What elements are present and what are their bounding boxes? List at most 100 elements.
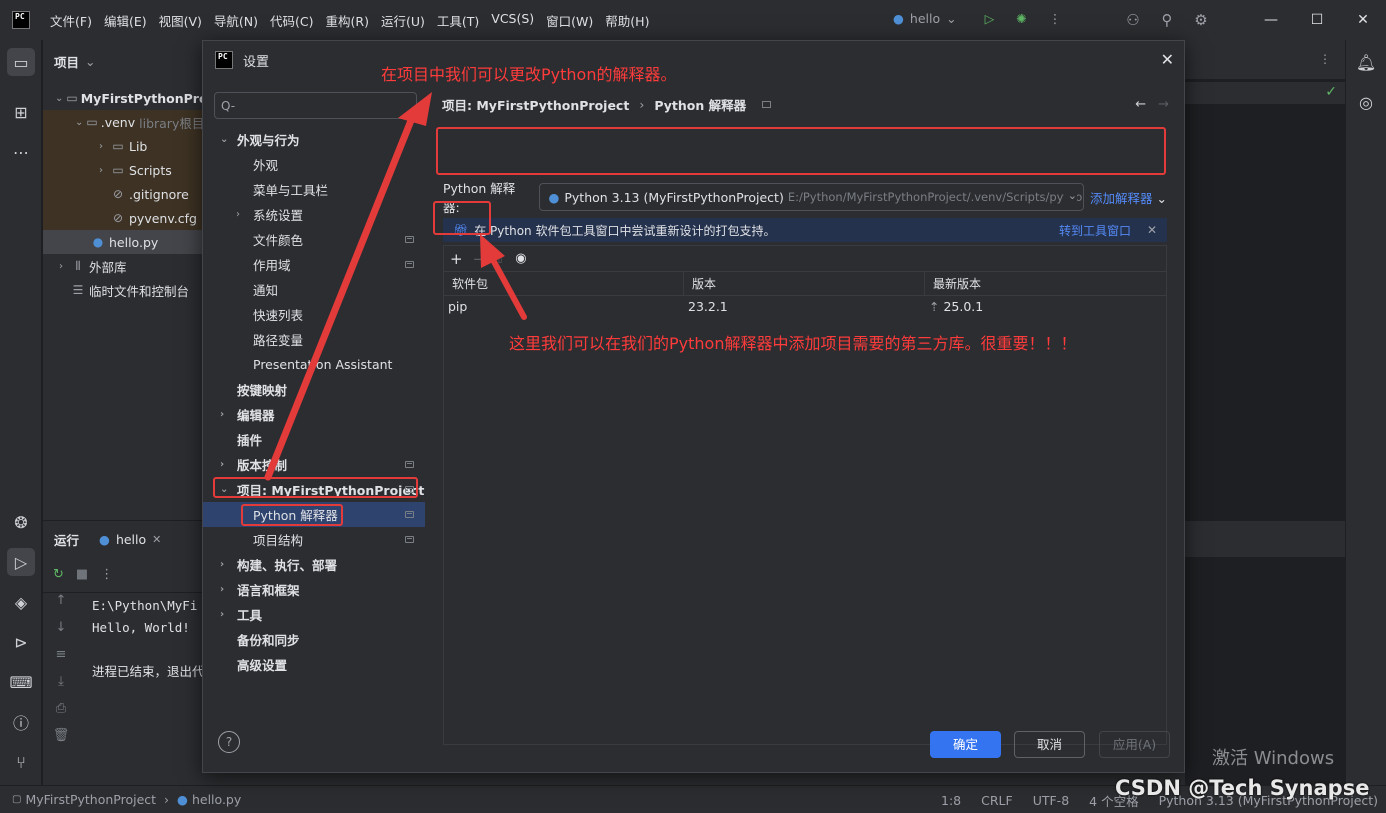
chevron-right-icon[interactable]: › (95, 165, 107, 176)
settings-nav-item[interactable]: 备份和同步 (203, 627, 425, 652)
chevron-right-icon[interactable]: › (55, 261, 67, 272)
layers-icon[interactable]: ◈ (7, 588, 35, 616)
upgrade-package-icon[interactable]: ⇧ (495, 252, 505, 266)
print-icon[interactable]: ⎙ (43, 701, 79, 728)
help-icon[interactable]: ? (218, 731, 240, 753)
tree-item[interactable]: › ⫴ 外部库 (43, 254, 203, 278)
tree-item[interactable]: › ▭ Scripts (43, 158, 203, 182)
folder-icon[interactable]: ▭ (7, 48, 35, 76)
status-breadcrumb-project[interactable]: MyFirstPythonProject (25, 792, 156, 807)
menu-item[interactable]: 重构(R) (326, 11, 369, 30)
terminal-icon[interactable]: ⌨ (7, 668, 35, 696)
menu-item[interactable]: 编辑(E) (104, 11, 147, 30)
tree-item[interactable]: › ▭ Lib (43, 134, 203, 158)
menu-item[interactable]: 窗口(W) (546, 11, 593, 30)
apply-button[interactable]: 应用(A) (1099, 731, 1170, 758)
settings-nav-item[interactable]: 作用域 (203, 252, 425, 277)
settings-nav-item[interactable]: 插件 (203, 427, 425, 452)
settings-nav-item[interactable]: 按键映射 (203, 377, 425, 402)
menu-item[interactable]: 代码(C) (270, 11, 313, 30)
trash-icon[interactable]: 🗑︎ (43, 728, 79, 755)
menu-item[interactable]: 运行(U) (381, 11, 425, 30)
chevron-down-icon[interactable]: ⌄ (220, 134, 228, 145)
settings-nav-item[interactable]: 菜单与工具栏 (203, 177, 425, 202)
menu-item[interactable]: VCS(S) (491, 11, 534, 30)
settings-nav-item[interactable]: 快速列表 (203, 302, 425, 327)
eye-icon[interactable]: ◉ (515, 251, 526, 266)
ok-button[interactable]: 确定 (930, 731, 1001, 758)
menu-item[interactable]: 帮助(H) (605, 11, 649, 30)
chevron-right-icon[interactable]: › (220, 584, 224, 595)
services-icon[interactable]: ⊳ (7, 628, 35, 656)
breadcrumb-project[interactable]: 项目: MyFirstPythonProject (442, 95, 629, 114)
settings-nav-item[interactable]: › 系统设置 (203, 202, 425, 227)
settings-nav-item[interactable]: 外观 (203, 152, 425, 177)
more-icon[interactable]: ⋮ (1049, 11, 1062, 26)
settings-nav-item[interactable]: › 版本控制 (203, 452, 425, 477)
settings-nav-item[interactable]: 高级设置 (203, 652, 425, 677)
settings-nav-item[interactable]: › 语言和框架 (203, 577, 425, 602)
col-package[interactable]: 软件包 (444, 272, 684, 295)
gear-icon[interactable]: ⚙ (1184, 11, 1218, 29)
settings-nav-item[interactable]: › 工具 (203, 602, 425, 627)
col-version[interactable]: 版本 (684, 272, 925, 295)
run-icon[interactable]: ▷ (985, 11, 995, 26)
debug-icon[interactable]: ✺ (1016, 11, 1026, 26)
chevron-down-icon[interactable]: ⌄ (55, 93, 63, 104)
chevron-down-icon[interactable]: ⌄ (75, 117, 83, 128)
settings-nav-item[interactable]: 项目结构 (203, 527, 425, 552)
settings-nav-item[interactable]: 通知 (203, 277, 425, 302)
chevron-right-icon[interactable]: › (220, 609, 224, 620)
tree-item[interactable]: ⊘ .gitignore (43, 182, 203, 206)
project-panel-header[interactable]: 项目 ⌄ (43, 40, 203, 82)
stop-icon[interactable]: ■ (76, 567, 88, 582)
scroll-to-end-icon[interactable]: ⤓ (43, 674, 79, 701)
rerun-icon[interactable]: ↻ (53, 567, 64, 582)
search-icon[interactable]: ⚲ (1150, 11, 1184, 29)
settings-nav-item[interactable]: 文件颜色 (203, 227, 425, 252)
remove-package-icon[interactable]: − (473, 250, 486, 268)
settings-nav-item[interactable]: › 编辑器 (203, 402, 425, 427)
tree-item[interactable]: ⌄ ▭ .venv library根目 (43, 110, 203, 134)
tree-item[interactable]: ⊘ pyvenv.cfg (43, 206, 203, 230)
close-icon[interactable]: ✕ (152, 533, 161, 546)
chevron-right-icon[interactable]: › (220, 459, 224, 470)
minimize-button[interactable]: — (1248, 12, 1294, 28)
menu-item[interactable]: 文件(F) (50, 11, 92, 30)
tree-item[interactable]: ● hello.py (43, 230, 203, 254)
tree-item[interactable]: ☰ 临时文件和控制台 (43, 278, 203, 302)
more-icon[interactable]: ⋮ (1319, 52, 1331, 66)
status-breadcrumb-file[interactable]: hello.py (192, 792, 241, 807)
settings-nav-item[interactable]: ⌄ 外观与行为 (203, 127, 425, 152)
menu-item[interactable]: 视图(V) (159, 11, 202, 30)
up-arrow-icon[interactable]: ↑ (43, 593, 79, 620)
close-window-button[interactable]: ✕ (1340, 12, 1386, 28)
more-tools-icon[interactable]: ⋯ (7, 138, 35, 166)
tree-item[interactable]: ⌄▭MyFirstPythonProject (43, 86, 203, 110)
file-encoding[interactable]: UTF-8 (1033, 793, 1069, 808)
run-tab-hello[interactable]: ● hello ✕ (99, 532, 161, 547)
settings-nav-item[interactable]: 路径变量 (203, 327, 425, 352)
ai-assistant-icon[interactable]: ◎ (1352, 88, 1380, 116)
more-icon[interactable]: ⋮ (100, 567, 113, 582)
soft-wrap-icon[interactable]: ≡ (43, 647, 79, 674)
settings-search-input[interactable]: Q- (214, 92, 417, 119)
col-latest[interactable]: 最新版本 (925, 272, 1166, 295)
close-icon[interactable]: ✕ (1147, 223, 1157, 237)
bell-icon[interactable]: 🔔︎ (1352, 48, 1380, 76)
problems-icon[interactable]: ⓘ (7, 708, 35, 736)
add-package-icon[interactable]: + (450, 250, 463, 268)
menu-item[interactable]: 工具(T) (437, 11, 479, 30)
chevron-right-icon[interactable]: › (220, 559, 224, 570)
git-icon[interactable]: ⑂ (7, 748, 35, 776)
back-arrow-icon[interactable]: ← (1135, 97, 1146, 112)
cancel-button[interactable]: 取消 (1014, 731, 1085, 758)
run-config-selector[interactable]: ● hello ⌄ ▷ ✺ ⋮ (893, 11, 1061, 26)
settings-nav-item[interactable]: Presentation Assistant (203, 352, 425, 377)
menu-item[interactable]: 导航(N) (214, 11, 258, 30)
chevron-right-icon[interactable]: › (220, 409, 224, 420)
forward-arrow-icon[interactable]: → (1158, 97, 1169, 112)
chevron-right-icon[interactable]: › (236, 209, 240, 220)
interpreter-select[interactable]: ● Python 3.13 (MyFirstPythonProject) E:/… (539, 183, 1085, 211)
maximize-button[interactable]: ☐ (1294, 12, 1340, 28)
